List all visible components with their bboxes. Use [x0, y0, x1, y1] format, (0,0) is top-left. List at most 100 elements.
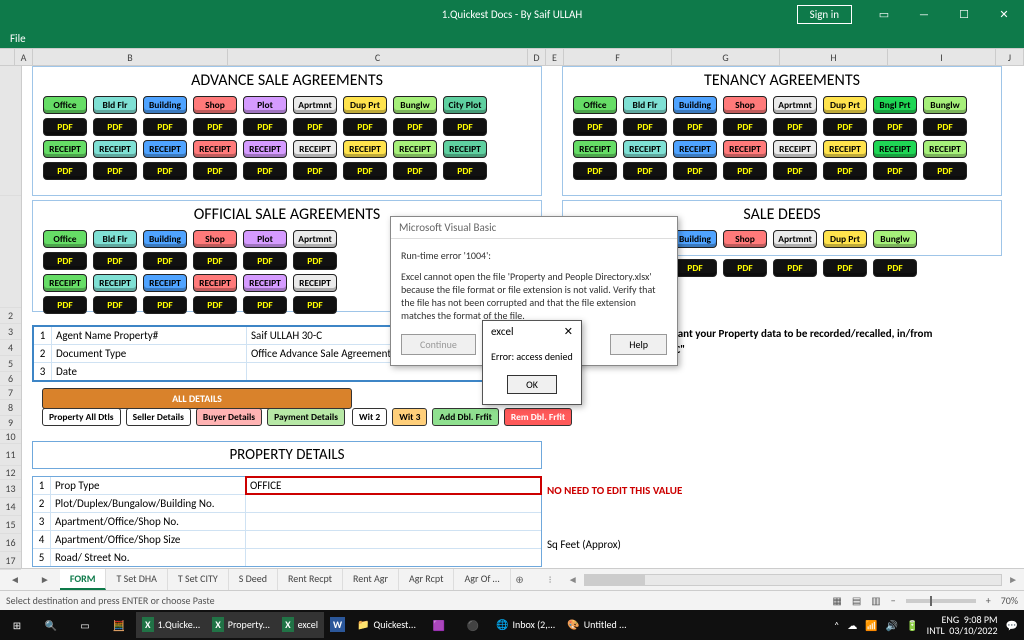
type-button[interactable]: Bunglw — [923, 96, 967, 114]
zoom-slider[interactable] — [906, 599, 976, 603]
action-button[interactable]: Payment Details — [267, 408, 345, 426]
type-button[interactable]: Dup Prt — [823, 230, 867, 248]
sheet-tab[interactable]: Agr Rcpt — [399, 569, 454, 590]
zoom-out-icon[interactable]: − — [891, 594, 896, 607]
row-header[interactable]: 3 — [0, 324, 21, 340]
pdf-button[interactable]: PDF — [343, 162, 387, 180]
cell[interactable]: 1 — [33, 477, 51, 494]
rec-button[interactable]: RECEIPT — [443, 140, 487, 158]
row-header[interactable]: 8 — [0, 400, 21, 416]
signin-button[interactable]: Sign in — [797, 5, 852, 24]
col-header[interactable]: B — [33, 49, 228, 65]
type-button[interactable]: Building — [673, 96, 717, 114]
pdf-button[interactable]: PDF — [43, 118, 87, 136]
add-sheet-icon[interactable]: ⊕ — [511, 573, 529, 586]
row-header[interactable]: 4 — [0, 340, 21, 356]
rec-button[interactable]: RECEIPT — [393, 140, 437, 158]
type-button[interactable]: Dup Prt — [343, 96, 387, 114]
tab-scroll-right-icon[interactable]: ► — [30, 573, 60, 586]
file-tab[interactable]: File — [0, 28, 36, 49]
cell[interactable]: OFFICE — [246, 477, 541, 494]
pdf-button[interactable]: PDF — [293, 296, 337, 314]
action-button[interactable]: Seller Details — [126, 408, 191, 426]
pdf-button[interactable]: PDF — [193, 296, 237, 314]
select-all-cell[interactable] — [0, 49, 15, 65]
calculator-icon[interactable]: 🧮 — [102, 610, 136, 640]
cell[interactable]: Plot/Duplex/Bungalow/Building No. — [51, 495, 246, 512]
rec-button[interactable]: RECEIPT — [193, 140, 237, 158]
cell[interactable]: 2 — [34, 345, 52, 362]
cell[interactable]: 5 — [33, 549, 51, 566]
taskbar-chrome[interactable]: 🌐Inbox (2,... — [490, 612, 561, 638]
type-button[interactable]: Bngl Prt — [873, 96, 917, 114]
action-button[interactable]: Add Dbl. Frfit — [432, 408, 499, 426]
rec-button[interactable]: RECEIPT — [673, 140, 717, 158]
cell[interactable]: Document Type — [52, 345, 247, 362]
taskbar-app[interactable]: Xexcel — [276, 612, 324, 638]
start-icon[interactable]: ⊞ — [0, 610, 34, 640]
pdf-button[interactable]: PDF — [673, 118, 717, 136]
taskbar-app[interactable]: X1.Quicke... — [136, 612, 206, 638]
pdf-button[interactable]: PDF — [873, 259, 917, 277]
taskbar-app[interactable]: XProperty... — [206, 612, 276, 638]
col-header[interactable]: I — [888, 49, 996, 65]
type-button[interactable]: Office — [573, 96, 617, 114]
sheet-tab[interactable]: T Set DHA — [106, 569, 167, 590]
rec-button[interactable]: RECEIPT — [293, 140, 337, 158]
col-header[interactable]: G — [672, 49, 780, 65]
tray-onedrive-icon[interactable]: ☁ — [847, 619, 857, 632]
type-button[interactable]: Building — [143, 96, 187, 114]
type-button[interactable]: Plot — [243, 230, 287, 248]
pdf-button[interactable]: PDF — [723, 162, 767, 180]
col-header[interactable]: E — [546, 49, 564, 65]
rec-button[interactable]: RECEIPT — [93, 274, 137, 292]
action-button[interactable]: Buyer Details — [196, 408, 262, 426]
pdf-button[interactable]: PDF — [673, 162, 717, 180]
pdf-button[interactable]: PDF — [143, 118, 187, 136]
view-normal-icon[interactable]: ▦ — [832, 594, 841, 607]
cell[interactable]: Agent Name Property# — [52, 327, 247, 344]
row-header[interactable]: 12 — [0, 466, 21, 480]
zoom-in-icon[interactable]: + — [986, 594, 991, 607]
row-header[interactable] — [0, 196, 21, 308]
type-button[interactable]: Bld Flr — [93, 230, 137, 248]
cell[interactable]: Date — [52, 363, 247, 380]
type-button[interactable]: Shop — [193, 230, 237, 248]
rec-button[interactable]: RECEIPT — [143, 274, 187, 292]
taskbar-paint[interactable]: 🎨Untitled ... — [561, 612, 632, 638]
col-header[interactable]: F — [564, 49, 672, 65]
pdf-button[interactable]: PDF — [93, 162, 137, 180]
pdf-button[interactable]: PDF — [573, 118, 617, 136]
cell[interactable] — [246, 531, 541, 548]
pdf-button[interactable]: PDF — [823, 259, 867, 277]
pdf-button[interactable]: PDF — [873, 162, 917, 180]
taskbar-explorer[interactable]: 📁Quickest... — [351, 612, 422, 638]
rec-button[interactable]: RECEIPT — [623, 140, 667, 158]
rec-button[interactable]: RECEIPT — [143, 140, 187, 158]
type-button[interactable]: Bld Flr — [93, 96, 137, 114]
pdf-button[interactable]: PDF — [393, 118, 437, 136]
vb-help-button[interactable]: Help — [610, 334, 667, 355]
pdf-button[interactable]: PDF — [623, 162, 667, 180]
taskbar-app-icon[interactable]: 🟪 — [422, 610, 456, 640]
type-button[interactable]: Building — [673, 230, 717, 248]
rec-button[interactable]: RECEIPT — [93, 140, 137, 158]
type-button[interactable]: Building — [143, 230, 187, 248]
tray-up-icon[interactable]: ˄ — [834, 619, 839, 632]
type-button[interactable]: Dup Prt — [823, 96, 867, 114]
sheet-tab[interactable]: T Set CITY — [168, 569, 229, 590]
pdf-button[interactable]: PDF — [343, 118, 387, 136]
pdf-button[interactable]: PDF — [243, 162, 287, 180]
taskbar-clock[interactable]: ENG 9:08 PM INTL 03/10/2022 — [927, 614, 998, 636]
worksheet[interactable]: ADVANCE SALE AGREEMENTS OfficeBld FlrBui… — [22, 66, 1024, 568]
all-details-button[interactable]: ALL DETAILS — [42, 388, 352, 409]
type-button[interactable]: Bunglw — [873, 230, 917, 248]
maximize-icon[interactable]: ☐ — [944, 0, 984, 28]
pdf-button[interactable]: PDF — [623, 118, 667, 136]
pdf-button[interactable]: PDF — [193, 162, 237, 180]
sheet-tab[interactable]: S Deed — [229, 569, 278, 590]
pdf-button[interactable]: PDF — [923, 162, 967, 180]
col-header[interactable]: A — [15, 49, 33, 65]
cell[interactable]: Road/ Street No. — [51, 549, 246, 566]
zoom-level[interactable]: 70% — [1001, 594, 1018, 607]
